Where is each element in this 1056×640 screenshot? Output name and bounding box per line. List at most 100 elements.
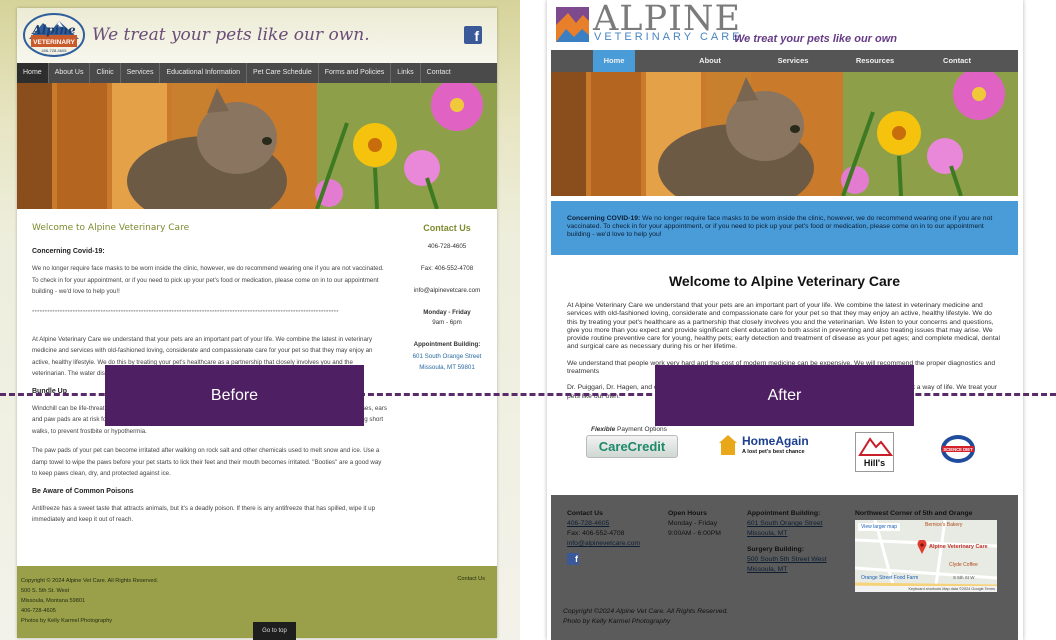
footer-appointment-address-1[interactable]: 601 South Orange Street — [747, 520, 823, 527]
footer-hours-column: Open Hours Monday - Friday 9:00AM - 6:00… — [668, 509, 721, 539]
footer-appointment-address-2[interactable]: Missoula, MT — [747, 530, 787, 537]
before-label: Before — [105, 365, 364, 426]
map-street-label: Orange Street Food Farm — [861, 575, 919, 581]
before-nav: Home About Us Clinic Services Educationa… — [17, 63, 497, 83]
facebook-icon[interactable]: f — [567, 553, 579, 565]
nav-links[interactable]: Links — [391, 63, 421, 83]
footer-email-link[interactable]: info@alpinevetcare.com — [567, 540, 640, 547]
sidebar-hours-time: 9am - 6pm — [432, 319, 462, 326]
nav-home[interactable]: Home — [593, 50, 635, 72]
nav-educational-information[interactable]: Educational Information — [160, 63, 247, 83]
nav-about[interactable]: About — [674, 50, 746, 72]
footer-photos-credit: Photo by Kelly Karmel Photography — [563, 618, 671, 625]
before-heading: Welcome to Alpine Veterinary Care — [32, 223, 190, 233]
covid-text: We no longer require face masks to be wo… — [32, 265, 384, 295]
before-header: Alpine VETERINARY 406-728-4605 We treat … — [17, 8, 497, 63]
sidebar-contact-title: Contact Us — [423, 223, 471, 233]
poisons-text: Antifreeze has a sweet taste that attrac… — [32, 504, 376, 524]
paws-text: The paw pads of your pet can become irri… — [32, 447, 382, 477]
homeagain-logo[interactable]: HomeAgain A lost pet's best chance — [718, 432, 813, 462]
footer-address-1: 500 S. 5th St. West — [21, 588, 70, 594]
footer-buildings-column: Appointment Building: 601 South Orange S… — [747, 509, 827, 575]
map-pin-icon[interactable] — [917, 540, 927, 554]
footer-phone-link[interactable]: 406-728-4605 — [567, 520, 609, 527]
sidebar-appointment-title: Appointment Building: — [413, 341, 481, 348]
footer-fax: Fax: 406-552-4708 — [567, 530, 625, 537]
intro-text: At Alpine Veterinary Care we understand … — [567, 302, 1000, 351]
partner-logos: Flexible Payment Options CareCredit Home… — [551, 422, 1018, 482]
footer-map-title: Northwest Corner of 5th and Orange — [855, 510, 973, 517]
map-pin-label: Alpine Veterinary Care — [929, 544, 988, 550]
map-view-larger-link[interactable]: View larger map — [858, 523, 901, 531]
nav-forms-and-policies[interactable]: Forms and Policies — [319, 63, 392, 83]
nav-services[interactable]: Services — [121, 63, 161, 83]
sidebar-appointment-address-2[interactable]: Missoula, MT 59801 — [402, 362, 492, 373]
nav-contact[interactable]: Contact — [921, 50, 993, 72]
hero-cat-flowers-image — [551, 68, 1018, 212]
flexible-payment-label: Flexible Payment Options — [591, 426, 667, 433]
flexible-word: Flexible — [591, 426, 616, 433]
footer-contact-link[interactable]: Contact Us — [457, 576, 485, 582]
map-bakery-label: Bernice's Bakery — [925, 522, 963, 528]
logo-phone: 406-728-4605 — [42, 48, 68, 53]
nav-pet-care-schedule[interactable]: Pet Care Schedule — [247, 63, 319, 83]
covid-banner: Concerning COVID-19: We no longer requir… — [551, 201, 1018, 255]
nav-resources[interactable]: Resources — [839, 50, 911, 72]
before-sidebar: Contact Us 406-728-4605 Fax: 406-552-470… — [402, 223, 492, 373]
sidebar-appointment-address-1[interactable]: 601 South Orange Street — [402, 351, 492, 362]
homeagain-name: HomeAgain — [742, 434, 809, 448]
logo-brand: Alpine — [31, 23, 76, 37]
map-clyde-label: Clyde Coffee — [949, 562, 978, 568]
covid-heading: Concerning COVID-19: — [567, 215, 641, 222]
footer-surgery-address-2[interactable]: Missoula, MT — [747, 566, 787, 573]
footer-surgery-address-1[interactable]: 500 South 5th Street West — [747, 556, 827, 563]
map-credits: Keyboard shortcuts Map data ©2024 Google… — [855, 586, 997, 592]
footer-contact-column: Contact Us 406-728-4605 Fax: 406-552-470… — [567, 509, 640, 565]
map-5th-label: S 5th St W — [953, 575, 975, 580]
nav-clinic[interactable]: Clinic — [90, 63, 121, 83]
embedded-map[interactable]: View larger map Bernice's Bakery Alpine … — [855, 520, 997, 592]
footer-address-2: Missoula, Montana 59801 — [21, 598, 86, 604]
poisons-heading: Be Aware of Common Poisons — [32, 487, 134, 495]
footer-copyright-block: Copyright ©2024 Alpine Vet Care. All Rig… — [563, 607, 728, 627]
carecredit-logo[interactable]: CareCredit — [586, 435, 678, 458]
science-diet-logo[interactable]: SCIENCE DIET — [940, 434, 976, 464]
after-nav: Home About Services Resources Contact — [551, 50, 1018, 72]
sidebar-hours-day: Monday - Friday — [423, 309, 471, 316]
hills-logo[interactable]: Hill's — [855, 432, 894, 472]
logo-sub: VETERINARY — [33, 39, 75, 46]
before-tagline: We treat your pets like our own. — [92, 25, 370, 45]
after-label: After — [655, 365, 914, 426]
homeagain-sub: A lost pet's best chance — [742, 449, 805, 455]
hero-cat-flowers-image — [17, 79, 497, 226]
footer-photos-credit: Photos by Kelly Karmel Photography — [21, 618, 113, 624]
nav-services[interactable]: Services — [757, 50, 829, 72]
after-footer: Contact Us 406-728-4605 Fax: 406-552-470… — [551, 495, 1018, 640]
alpine-mountain-logo-icon[interactable] — [556, 7, 589, 42]
footer-surgery-title: Surgery Building: — [747, 546, 805, 553]
before-page: Alpine VETERINARY 406-728-4605 We treat … — [17, 8, 497, 638]
separator-stars: ****************************************… — [32, 309, 339, 316]
payment-options-word: Payment Options — [617, 426, 667, 433]
after-header: ALPINE VETERINARY CARE We treat your pet… — [551, 0, 1018, 50]
before-footer-info: Copyright © 2024 Alpine Vet Care. All Ri… — [21, 576, 158, 626]
nav-home[interactable]: Home — [17, 63, 49, 83]
nav-contact[interactable]: Contact — [421, 63, 457, 83]
go-to-top-button[interactable]: Go to top — [253, 622, 296, 640]
hills-name: Hill's — [863, 458, 886, 468]
facebook-icon[interactable]: f — [464, 26, 482, 44]
nav-about-us[interactable]: About Us — [49, 63, 91, 83]
sidebar-phone[interactable]: 406-728-4605 — [402, 243, 492, 250]
after-page: ALPINE VETERINARY CARE We treat your pet… — [551, 0, 1018, 640]
covid-heading: Concerning Covid-19: — [32, 248, 105, 255]
after-brand-sub: VETERINARY CARE — [594, 31, 743, 43]
sidebar-email[interactable]: info@alpinevetcare.com — [402, 287, 492, 294]
after-heading: Welcome to Alpine Veterinary Care — [668, 273, 901, 289]
alpine-logo-icon[interactable]: Alpine VETERINARY 406-728-4605 — [23, 13, 85, 57]
science-diet-text: SCIENCE DIET — [943, 447, 973, 452]
footer-hours-title: Open Hours — [668, 510, 707, 517]
sidebar-fax: Fax: 406-552-4708 — [420, 265, 474, 272]
house-icon — [719, 435, 737, 455]
footer-phone[interactable]: 406-728-4605 — [21, 606, 158, 616]
footer-hours-day: Monday - Friday — [668, 520, 718, 527]
